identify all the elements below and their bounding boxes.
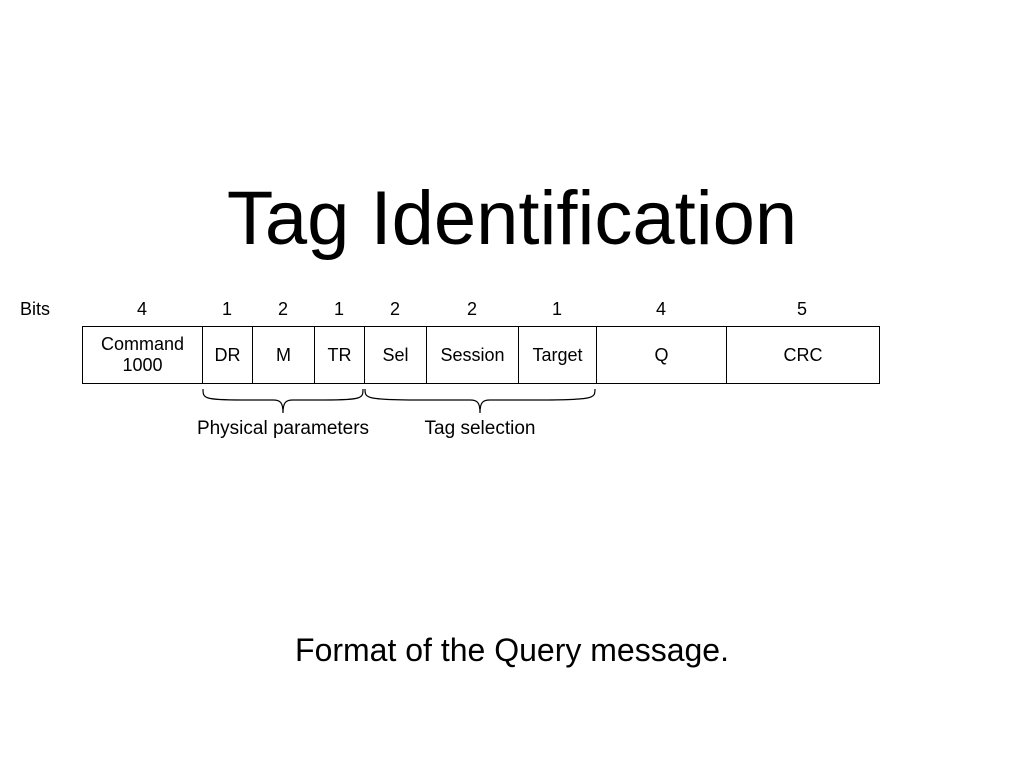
field-crc: CRC xyxy=(727,327,879,383)
slide: Tag Identification Bits 4 1 2 1 2 2 1 4 … xyxy=(0,0,1024,768)
slide-caption: Format of the Query message. xyxy=(0,632,1024,669)
bits-value: 1 xyxy=(314,300,364,326)
query-format-diagram: Bits 4 1 2 1 2 2 1 4 5 Command 1000 DR M… xyxy=(20,300,1004,454)
bits-value: 4 xyxy=(596,300,726,326)
brace-row: Physical parameters Tag selection xyxy=(20,384,1004,454)
spacer xyxy=(20,326,82,384)
brace-tag-selection xyxy=(364,388,596,414)
bits-value: 2 xyxy=(252,300,314,326)
bits-value: 4 xyxy=(82,300,202,326)
fields-row: Command 1000 DR M TR Sel Session Target … xyxy=(82,326,880,384)
field-tr: TR xyxy=(315,327,365,383)
brace-physical xyxy=(202,388,364,414)
fields-row-wrap: Command 1000 DR M TR Sel Session Target … xyxy=(20,326,1004,384)
bits-value: 1 xyxy=(202,300,252,326)
bits-value: 5 xyxy=(726,300,878,326)
bits-row-label: Bits xyxy=(20,300,82,326)
field-target: Target xyxy=(519,327,597,383)
bits-value: 2 xyxy=(426,300,518,326)
field-command: Command 1000 xyxy=(83,327,203,383)
brace-label-physical: Physical parameters xyxy=(172,418,394,440)
field-session: Session xyxy=(427,327,519,383)
bits-row: Bits 4 1 2 1 2 2 1 4 5 xyxy=(20,300,1004,326)
brace-label-tag-selection: Tag selection xyxy=(394,418,566,440)
field-q: Q xyxy=(597,327,727,383)
bits-value: 1 xyxy=(518,300,596,326)
bits-value: 2 xyxy=(364,300,426,326)
slide-title: Tag Identification xyxy=(0,175,1024,262)
field-sel: Sel xyxy=(365,327,427,383)
field-dr: DR xyxy=(203,327,253,383)
field-m: M xyxy=(253,327,315,383)
